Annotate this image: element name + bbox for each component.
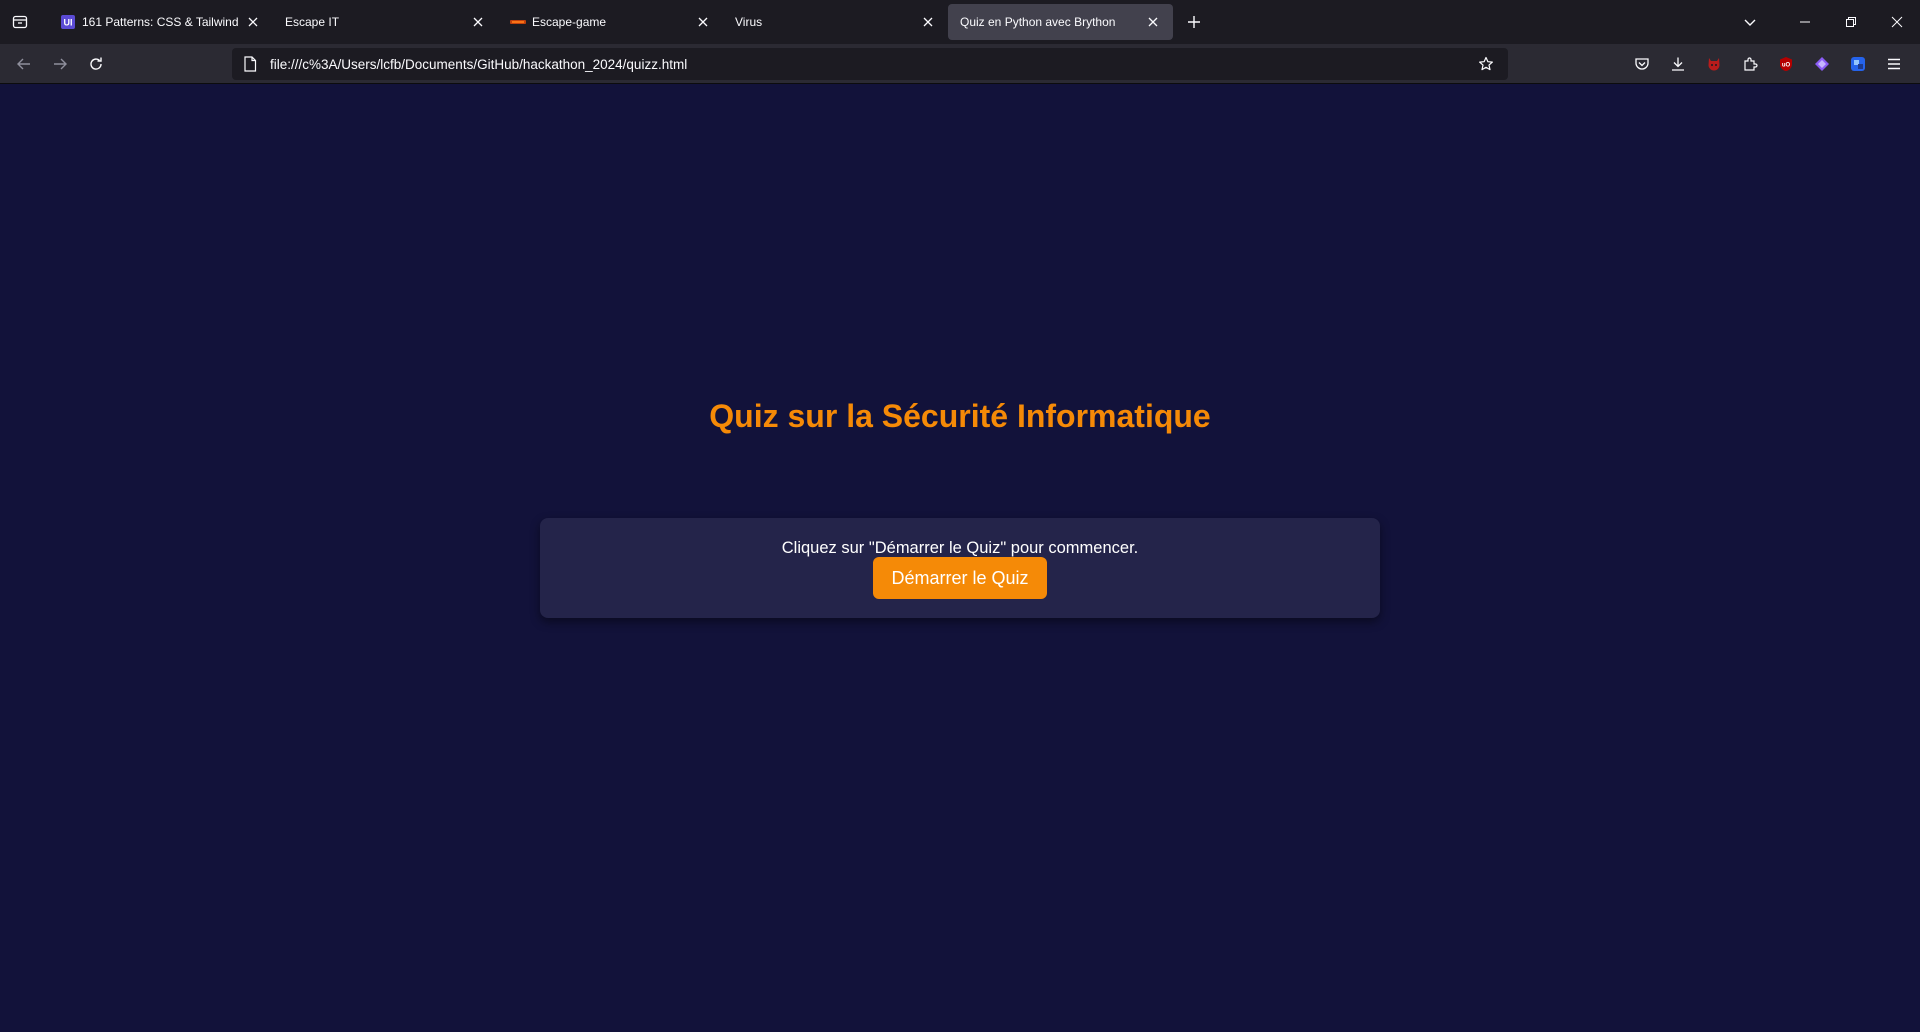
tab-title: Virus (735, 15, 763, 29)
close-tab-icon[interactable] (243, 12, 263, 32)
close-tab-icon[interactable] (468, 12, 488, 32)
reload-button[interactable] (78, 48, 114, 80)
close-window-button[interactable] (1874, 0, 1920, 44)
downloads-button[interactable] (1660, 48, 1696, 80)
plus-icon (1188, 16, 1200, 28)
forward-button[interactable] (42, 48, 78, 80)
tab-virus[interactable]: Virus (723, 4, 948, 40)
tab-escape-it[interactable]: Escape IT (273, 4, 498, 40)
ui-patterns-favicon-icon: UI (60, 14, 76, 30)
firefox-view-icon (12, 15, 28, 29)
extensions-icon (1744, 57, 1758, 71)
tab-title: 161 Patterns: CSS & Tailwind (82, 15, 239, 29)
close-tab-icon[interactable] (918, 12, 938, 32)
escape-game-favicon-icon (510, 14, 526, 30)
url-text[interactable]: file:///c%3A/Users/lcfb/Documents/GitHub… (270, 57, 1474, 72)
svg-text:uO: uO (1782, 63, 1791, 69)
navigation-toolbar: file:///c%3A/Users/lcfb/Documents/GitHub… (0, 44, 1920, 84)
tab-quiz-brython[interactable]: Quiz en Python avec Brython (948, 4, 1173, 40)
arrow-left-icon (17, 58, 30, 69)
firefox-view-button[interactable] (0, 0, 40, 44)
menu-icon (1888, 58, 1900, 70)
extension-blue-button[interactable] (1840, 48, 1876, 80)
tab-title: Escape IT (285, 15, 340, 29)
ublock-icon: uO (1779, 57, 1793, 71)
tab-escape-game[interactable]: Escape-game (498, 4, 723, 40)
minimize-button[interactable] (1782, 0, 1828, 44)
quiz-container: Cliquez sur "Démarrer le Quiz" pour comm… (540, 518, 1380, 618)
extension-blue-icon (1851, 57, 1865, 71)
file-icon (240, 54, 260, 74)
list-all-tabs-button[interactable] (1730, 0, 1770, 44)
new-tab-button[interactable] (1177, 5, 1211, 39)
extension-devil-icon (1708, 58, 1720, 71)
tab-bar: UI 161 Patterns: CSS & Tailwind Escape I… (0, 0, 1920, 44)
tab-ui-patterns[interactable]: UI 161 Patterns: CSS & Tailwind (48, 4, 273, 40)
pocket-icon (1635, 58, 1649, 70)
toolbar-actions: uO (1624, 44, 1920, 84)
start-quiz-button[interactable]: Démarrer le Quiz (873, 557, 1047, 599)
minimize-icon (1800, 21, 1810, 23)
extension-purple-icon (1815, 57, 1829, 71)
bookmark-star-icon[interactable] (1474, 52, 1498, 76)
page-title: Quiz sur la Sécurité Informatique (709, 398, 1211, 434)
back-button[interactable] (6, 48, 42, 80)
quiz-instructions: Cliquez sur "Démarrer le Quiz" pour comm… (781, 539, 1139, 557)
extension-devil-button[interactable] (1696, 48, 1732, 80)
tab-title: Quiz en Python avec Brython (960, 15, 1116, 29)
close-tab-icon[interactable] (1143, 12, 1163, 32)
download-icon (1672, 57, 1684, 71)
svg-text:UI: UI (64, 18, 73, 28)
chevron-down-icon (1744, 19, 1756, 26)
close-tab-icon[interactable] (693, 12, 713, 32)
reload-icon (90, 57, 102, 70)
ublock-button[interactable]: uO (1768, 48, 1804, 80)
restore-button[interactable] (1828, 0, 1874, 44)
close-icon (1891, 16, 1903, 28)
url-bar[interactable]: file:///c%3A/Users/lcfb/Documents/GitHub… (232, 48, 1508, 80)
extension-purple-button[interactable] (1804, 48, 1840, 80)
pocket-button[interactable] (1624, 48, 1660, 80)
window-controls (1730, 0, 1920, 44)
app-menu-button[interactable] (1876, 48, 1912, 80)
tab-title: Escape-game (532, 15, 607, 29)
arrow-right-icon (54, 58, 67, 69)
extensions-button[interactable] (1732, 48, 1768, 80)
restore-icon (1846, 17, 1856, 27)
